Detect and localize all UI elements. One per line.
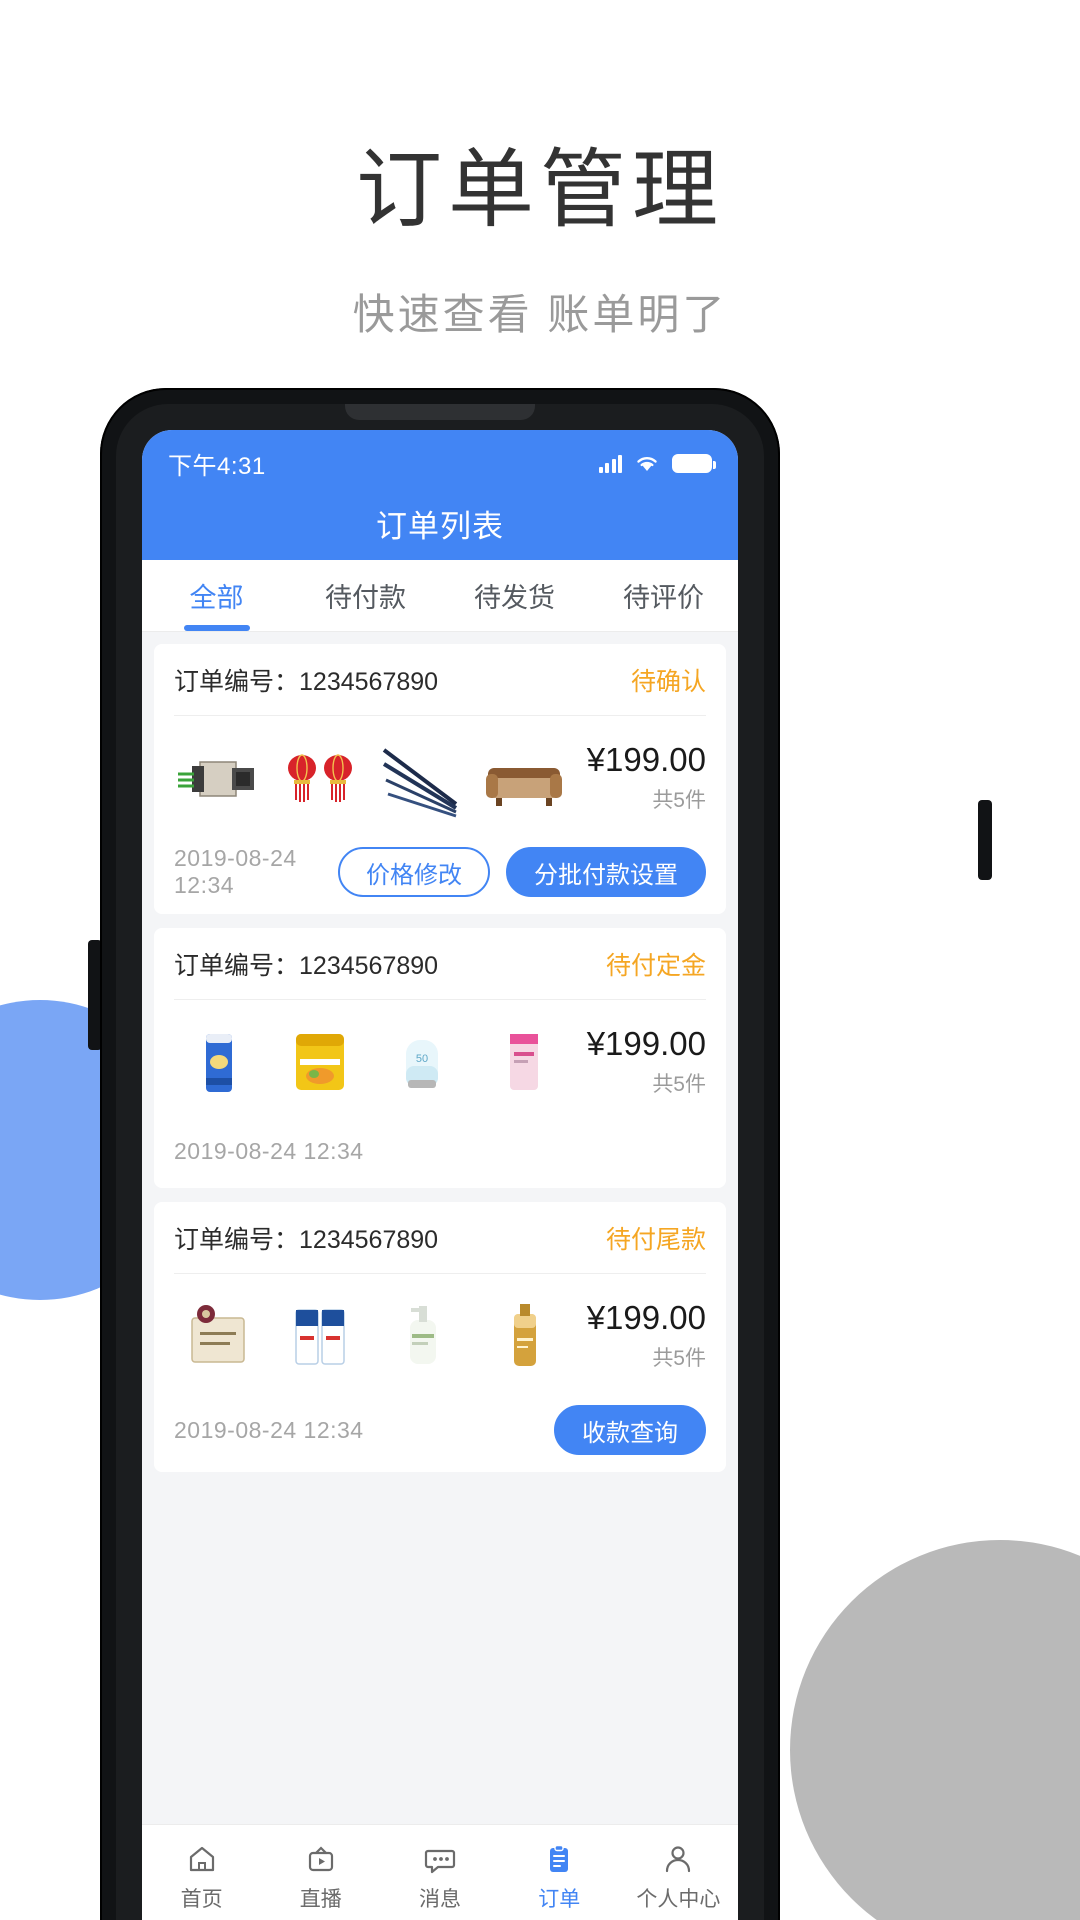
- nav-item-live[interactable]: 直播: [261, 1841, 380, 1913]
- status-badge: 待确认: [630, 667, 706, 696]
- product-thumb-sofa[interactable]: [480, 734, 568, 822]
- order-price-block: ¥199.00 共5件: [570, 740, 706, 814]
- app-bar-title: 订单列表: [376, 508, 504, 544]
- nav-label: 个人中心: [636, 1887, 721, 1911]
- product-thumb-connector[interactable]: [174, 734, 262, 822]
- live-icon: [303, 1841, 339, 1877]
- product-thumb-pringles-can[interactable]: [174, 1018, 262, 1106]
- product-thumb-toothpaste-pack[interactable]: [276, 1292, 364, 1380]
- app-bar: 订单列表: [142, 486, 738, 560]
- tab-pending-shipment[interactable]: 待发货: [440, 560, 589, 631]
- tab-underline: [183, 625, 250, 631]
- order-actions: 价格修改 分批付款设置: [338, 847, 706, 897]
- tab-label: 待发货: [474, 583, 555, 613]
- order-card-body: 50 ¥199.00 共5件: [174, 1000, 706, 1114]
- order-price: ¥199.00: [586, 740, 706, 778]
- order-number-value: 1234567890: [299, 951, 439, 980]
- user-icon: [660, 1841, 696, 1877]
- order-number: 订单编号：1234567890: [174, 662, 438, 698]
- order-price-block: ¥199.00 共5件: [570, 1298, 706, 1372]
- order-card-header: 订单编号：1234567890 待付定金: [174, 928, 706, 1000]
- order-number-label: 订单编号：: [174, 667, 300, 696]
- phone-power-button: [978, 800, 992, 880]
- phone-screen: 下午4:31 订单列表 全部 待付款 待发货 待评价 订单编号：12345678…: [142, 430, 738, 1920]
- status-badge: 待付尾款: [605, 1225, 706, 1254]
- order-list[interactable]: 订单编号：1234567890 待确认 ¥199.00 共5件 2019-08-…: [142, 632, 738, 1824]
- order-number-label: 订单编号：: [174, 1225, 300, 1254]
- page-subtitle: 快速查看 账单明了: [352, 291, 728, 339]
- product-thumbnails: 50: [174, 1018, 570, 1106]
- product-thumbnails: [174, 734, 570, 822]
- page-title: 订单管理: [356, 142, 724, 238]
- order-date: 2019-08-24 12:34: [174, 1137, 364, 1164]
- status-bar: 下午4:31: [142, 430, 738, 486]
- order-card[interactable]: 订单编号：1234567890 待付尾款 ¥199.00 共5件 2019-08…: [154, 1202, 726, 1472]
- order-card-footer: 2019-08-24 12:34: [174, 1114, 706, 1188]
- nav-item-order[interactable]: 订单: [500, 1841, 619, 1913]
- product-thumb-pink-pack[interactable]: [480, 1018, 568, 1106]
- order-tabs: 全部 待付款 待发货 待评价: [142, 560, 738, 632]
- phone-mockup: 下午4:31 订单列表 全部 待付款 待发货 待评价 订单编号：12345678…: [100, 388, 780, 1920]
- signal-icon: [598, 453, 622, 473]
- product-thumb-chinese-lantern[interactable]: [276, 734, 364, 822]
- order-date: 2019-08-24 12:34: [174, 845, 297, 898]
- battery-icon: [672, 453, 716, 473]
- status-badge: 待付定金: [605, 951, 706, 980]
- message-icon: [422, 1841, 458, 1877]
- order-quantity: 共5件: [652, 1347, 706, 1371]
- order-icon: [541, 1841, 577, 1877]
- order-card-body: ¥199.00 共5件: [174, 1274, 706, 1388]
- nav-label: 订单: [538, 1887, 581, 1911]
- product-thumb-soap-box[interactable]: [174, 1292, 262, 1380]
- decorative-blob-gray: [790, 1540, 1080, 1920]
- order-number: 订单编号：1234567890: [174, 946, 438, 982]
- order-price: ¥199.00: [586, 1024, 706, 1062]
- status-time: 下午4:31: [168, 452, 266, 480]
- bottom-navigation: 首页 直播 消息 订单 个人中心: [142, 1824, 738, 1920]
- nav-label: 直播: [299, 1887, 342, 1911]
- payment-query-button[interactable]: 收款查询: [554, 1405, 706, 1455]
- product-thumb-fishing-rod[interactable]: [378, 734, 466, 822]
- order-number-label: 订单编号：: [174, 951, 300, 980]
- nav-item-home[interactable]: 首页: [142, 1841, 261, 1913]
- order-price-block: ¥199.00 共5件: [570, 1024, 706, 1098]
- wifi-icon: [634, 453, 660, 473]
- nav-item-message[interactable]: 消息: [380, 1841, 499, 1913]
- nav-label: 消息: [419, 1887, 461, 1911]
- price-edit-button[interactable]: 价格修改: [338, 847, 490, 897]
- order-card-header: 订单编号：1234567890 待付尾款: [174, 1202, 706, 1274]
- tab-label: 待评价: [623, 583, 704, 613]
- tab-pending-review[interactable]: 待评价: [589, 560, 738, 631]
- order-card-footer: 2019-08-24 12:34 价格修改 分批付款设置: [174, 830, 706, 914]
- order-card-header: 订单编号：1234567890 待确认: [174, 644, 706, 716]
- order-number: 订单编号：1234567890: [174, 1220, 438, 1256]
- tab-pending-payment[interactable]: 待付款: [291, 560, 440, 631]
- tab-label: 待付款: [325, 583, 406, 613]
- order-card[interactable]: 订单编号：1234567890 待付定金 50 ¥199.00 共5件 2019…: [154, 928, 726, 1188]
- order-quantity: 共5件: [652, 789, 706, 813]
- product-thumbnails: [174, 1292, 570, 1380]
- product-thumb-sunscreen-bottle[interactable]: 50: [378, 1018, 466, 1106]
- order-price: ¥199.00: [586, 1298, 706, 1336]
- promo-header: 订单管理 快速查看 账单明了: [0, 0, 1080, 342]
- order-date: 2019-08-24 12:34: [174, 1416, 364, 1443]
- product-thumb-gold-bottle[interactable]: [480, 1292, 568, 1380]
- home-icon: [184, 1841, 220, 1877]
- order-actions: 收款查询: [554, 1405, 706, 1455]
- order-card[interactable]: 订单编号：1234567890 待确认 ¥199.00 共5件 2019-08-…: [154, 644, 726, 914]
- svg-text:50: 50: [416, 1053, 428, 1065]
- product-thumb-lotion-pump[interactable]: [378, 1292, 466, 1380]
- order-card-footer: 2019-08-24 12:34 收款查询: [174, 1388, 706, 1472]
- product-thumb-snack-pouch[interactable]: [276, 1018, 364, 1106]
- tab-label: 全部: [189, 583, 244, 613]
- order-number-value: 1234567890: [299, 1225, 439, 1254]
- nav-item-profile[interactable]: 个人中心: [619, 1841, 738, 1913]
- order-number-value: 1234567890: [299, 667, 439, 696]
- order-quantity: 共5件: [652, 1073, 706, 1097]
- order-card-body: ¥199.00 共5件: [174, 716, 706, 830]
- phone-notch: [345, 404, 535, 420]
- installment-setting-button[interactable]: 分批付款设置: [506, 847, 706, 897]
- tab-all[interactable]: 全部: [142, 560, 291, 631]
- nav-label: 首页: [180, 1887, 223, 1911]
